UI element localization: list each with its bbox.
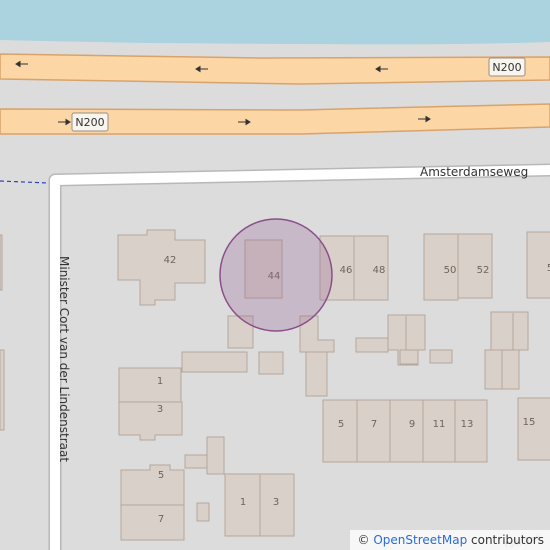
highway-shield-east: N200 xyxy=(488,57,526,77)
house-number: 42 xyxy=(164,255,177,266)
house-number: 1 xyxy=(240,497,246,508)
house-number: 3 xyxy=(273,497,279,508)
copyright-symbol: © xyxy=(357,533,370,547)
house-number: 13 xyxy=(461,419,474,430)
highway-lane-west[interactable] xyxy=(0,53,550,85)
house-number: 7 xyxy=(158,514,164,525)
attribution-link[interactable]: OpenStreetMap xyxy=(373,533,467,547)
highway-shield-west: N200 xyxy=(71,112,109,132)
house-number: 48 xyxy=(373,265,386,276)
highway-shield-label: N200 xyxy=(492,61,521,74)
street-label-left: Minister Cort van der Lindenstraat xyxy=(57,256,71,462)
map-view[interactable]: N200 N200 Amsterdamseweg Minister Cort v… xyxy=(0,0,550,550)
house-number: 11 xyxy=(433,419,446,430)
location-marker-circle[interactable] xyxy=(219,218,333,332)
attribution-suffix: contributors xyxy=(471,533,544,547)
water-area xyxy=(0,0,550,45)
house-number: 7 xyxy=(371,419,377,430)
highway-shield-label: N200 xyxy=(75,116,104,129)
house-number: 5 xyxy=(338,419,344,430)
house-number: 3 xyxy=(157,404,163,415)
house-number: 1 xyxy=(157,376,163,387)
house-number: 15 xyxy=(523,417,536,428)
house-number: 46 xyxy=(340,265,353,276)
house-number: 52 xyxy=(477,265,490,276)
map-canvas: N200 N200 Amsterdamseweg Minister Cort v… xyxy=(0,0,550,550)
map-attribution: © OpenStreetMap contributors xyxy=(349,530,550,550)
house-number: 50 xyxy=(444,265,457,276)
street-label-top: Amsterdamseweg xyxy=(420,165,528,179)
house-number: 9 xyxy=(409,419,415,430)
house-number: 5 xyxy=(158,470,164,481)
